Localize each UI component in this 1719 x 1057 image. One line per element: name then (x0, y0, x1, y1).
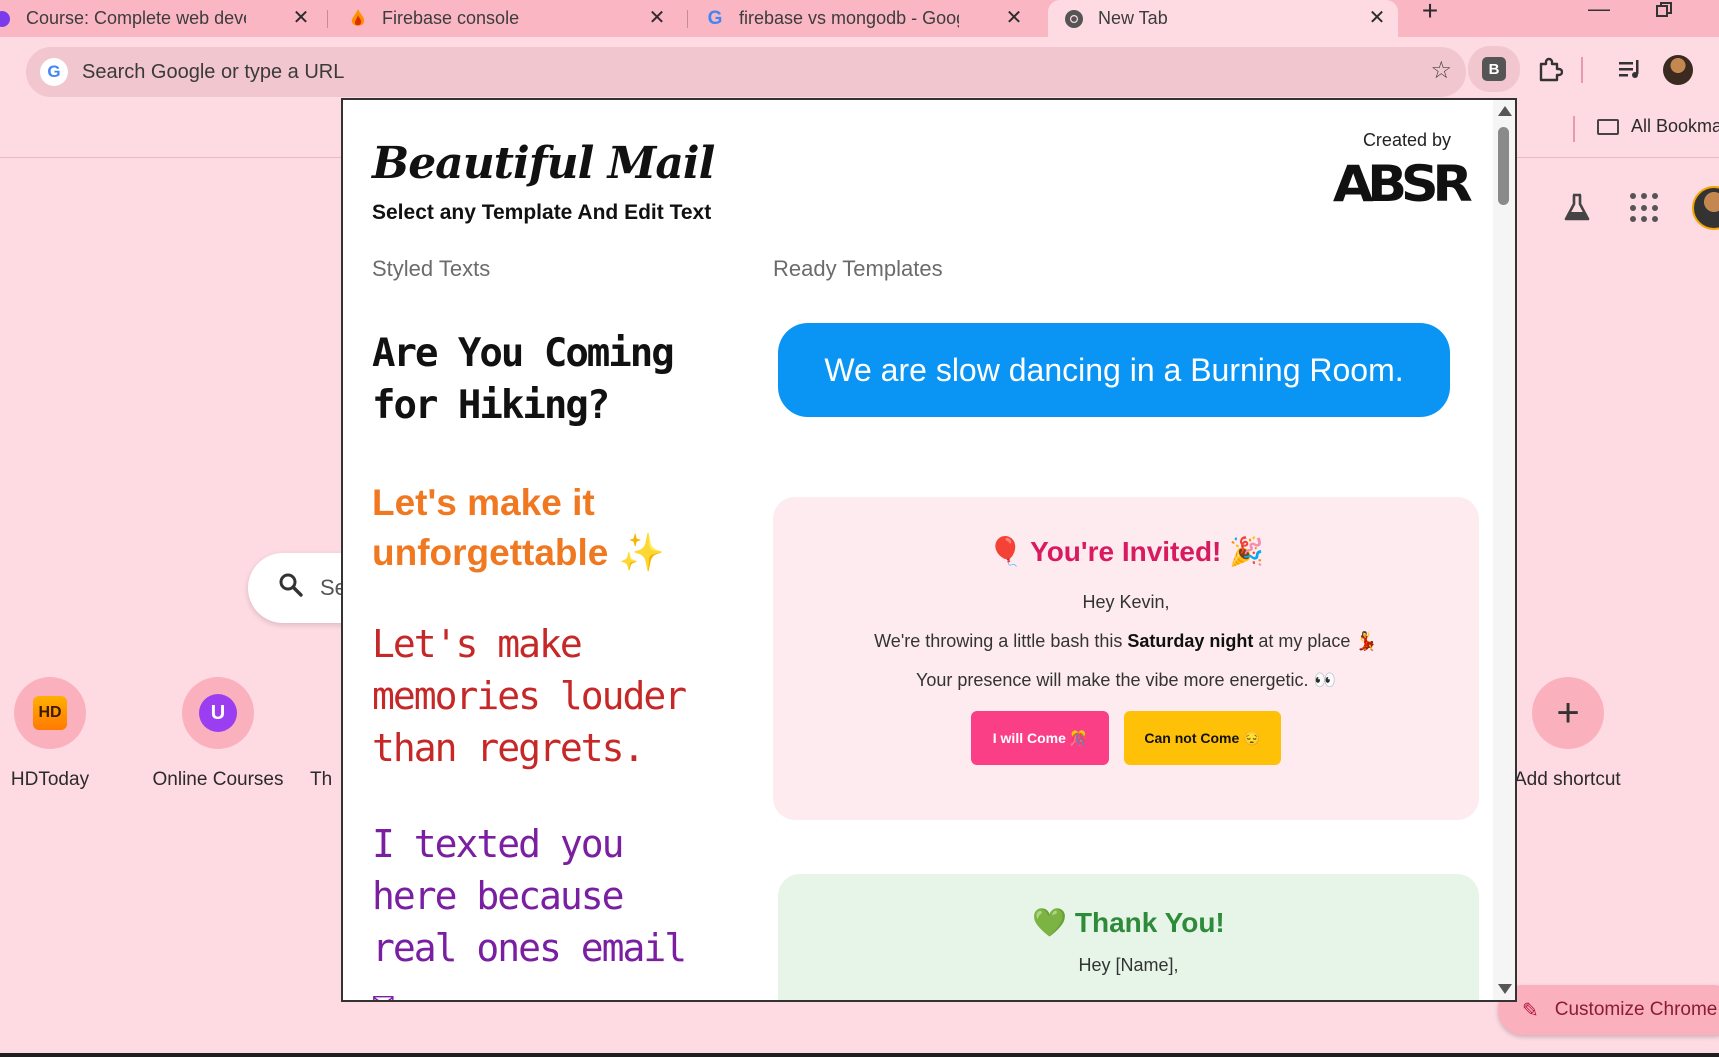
shortcut-hdtoday[interactable]: HD HDToday (0, 677, 120, 791)
toolbar-divider (1581, 57, 1583, 83)
browser-toolbar: G Search Google or type a URL ☆ B (0, 37, 1719, 106)
firebase-flame-icon (348, 8, 368, 29)
invite-heading: 🎈 You're Invited! 🎉 (987, 536, 1265, 567)
google-g-icon: G (707, 7, 723, 29)
google-g-icon: G (40, 58, 68, 86)
invite-line1-bold: Saturday night (1127, 631, 1254, 651)
taskbar-edge (0, 1053, 1719, 1057)
shortcut-online-courses[interactable]: U Online Courses (148, 677, 288, 791)
invite-line2: Your presence will make the vibe more en… (916, 670, 1336, 690)
shortcut-tile-hidden (310, 677, 340, 749)
template-invitation-card[interactable]: 🎈 You're Invited! 🎉 Hey Kevin, We're thr… (773, 497, 1479, 820)
tab-close-icon[interactable]: ✕ (646, 7, 668, 29)
shortcut-add[interactable]: + Add shortcut (1498, 677, 1638, 791)
tab-new-tab[interactable]: New Tab ✕ (1048, 0, 1398, 37)
styled-texts-heading: Styled Texts (372, 256, 491, 281)
shortcut-label: HDToday (10, 769, 90, 790)
labs-flask-icon[interactable] (1561, 192, 1593, 224)
shortcut-label: Add shortcut (1514, 769, 1621, 790)
omnibox-placeholder: Search Google or type a URL (82, 60, 345, 83)
ntp-profile-avatar[interactable] (1692, 186, 1719, 230)
shortcut-tile: U (182, 677, 254, 749)
tab-close-icon[interactable]: ✕ (1366, 7, 1388, 29)
tab-title: Firebase console (382, 8, 520, 28)
customize-chrome-button[interactable]: ✎ Customize Chrome (1498, 985, 1719, 1035)
bookmarks-divider (1573, 116, 1575, 142)
google-apps-icon[interactable] (1630, 193, 1660, 223)
popup-brand-title: Beautiful Mail (372, 138, 715, 189)
popup-tagline: Select any Template And Edit Text (372, 201, 712, 224)
invite-line1: We're throwing a little bash this Saturd… (773, 631, 1479, 652)
tab-title: firebase vs mongodb - Google (739, 8, 959, 28)
customize-label: Customize Chrome (1554, 999, 1718, 1020)
restore-icon[interactable] (1656, 2, 1672, 24)
pencil-icon: ✎ (1522, 999, 1539, 1022)
tab-title: Course: Complete web develop (26, 8, 246, 28)
tab-separator (327, 10, 328, 28)
styled-text-real-ones[interactable]: I texted you here because real ones emai… (372, 818, 692, 1000)
all-bookmarks-button[interactable]: All Bookma (1597, 116, 1719, 137)
bookmark-star-icon[interactable]: ☆ (1430, 59, 1452, 83)
popup-scrollbar[interactable] (1493, 100, 1515, 1000)
folder-icon (1597, 118, 1619, 135)
absr-logo: ABSR (1332, 155, 1472, 213)
all-bookmarks-label: All Bookma (1631, 116, 1719, 136)
shortcut-label: Th (310, 769, 333, 790)
beautiful-mail-extension-button[interactable]: B (1468, 46, 1520, 92)
shortcut-tile: HD (14, 677, 86, 749)
template-thank-you-card[interactable]: 💚 Thank You! Hey [Name], (778, 874, 1479, 1000)
invite-line1-start: We're throwing a little bash this (874, 631, 1128, 651)
cannot-come-button[interactable]: Can not Come 😔 (1124, 711, 1281, 765)
created-by-label: Created by (1362, 130, 1451, 150)
new-tab-plus-icon[interactable]: + (1410, 0, 1450, 30)
beautiful-mail-popup: Beautiful Mail Select any Template And E… (341, 98, 1517, 1002)
tab-course[interactable]: Course: Complete web develop ✕ (0, 0, 322, 37)
will-come-button[interactable]: I will Come 🎊 (971, 711, 1109, 765)
styled-text-unforgettable[interactable]: Let's make it unforgettable ✨ (372, 478, 692, 578)
search-icon (278, 572, 304, 605)
scroll-up-arrow-icon[interactable] (1498, 106, 1512, 116)
scroll-down-arrow-icon[interactable] (1498, 984, 1512, 994)
extensions-puzzle-icon[interactable] (1534, 53, 1566, 85)
course-favicon-icon (0, 9, 12, 29)
thanks-heading: 💚 Thank You! (1032, 907, 1225, 938)
plus-icon: + (1556, 691, 1580, 735)
scrollbar-thumb[interactable] (1498, 127, 1509, 205)
tab-strip: Course: Complete web develop ✕ Firebase … (0, 0, 1719, 37)
styled-text-memories[interactable]: Let's make memories louder than regrets. (372, 618, 692, 774)
shortcut-label: Online Courses (152, 769, 284, 790)
media-queue-icon[interactable] (1614, 53, 1646, 85)
tab-google-search[interactable]: G firebase vs mongodb - Google ✕ (705, 0, 1035, 37)
extension-b-icon: B (1482, 57, 1506, 81)
ready-templates-heading: Ready Templates (773, 256, 943, 281)
profile-avatar[interactable] (1663, 55, 1693, 85)
chrome-icon (1064, 9, 1084, 29)
minimize-icon[interactable]: — (1588, 0, 1610, 22)
tab-close-icon[interactable]: ✕ (290, 7, 312, 29)
tab-separator (687, 10, 688, 28)
template-chat-bubble[interactable]: We are slow dancing in a Burning Room. (778, 323, 1450, 417)
hd-logo-icon: HD (33, 696, 67, 730)
omnibox[interactable]: G Search Google or type a URL ☆ (26, 47, 1466, 97)
tab-close-icon[interactable]: ✕ (1003, 7, 1025, 29)
add-shortcut-tile: + (1532, 677, 1604, 749)
courses-logo-icon: U (199, 694, 237, 732)
thanks-greeting: Hey [Name], (1078, 955, 1179, 975)
tab-firebase[interactable]: Firebase console ✕ (348, 0, 678, 37)
styled-text-hiking[interactable]: Are You Coming for Hiking? (372, 328, 692, 432)
invite-greeting: Hey Kevin, (1082, 592, 1170, 612)
shortcut-partial[interactable]: Th (310, 677, 340, 791)
invite-line1-end: at my place 💃 (1253, 631, 1378, 651)
invite-buttons: I will Come 🎊 Can not Come 😔 (773, 711, 1479, 765)
tab-title: New Tab (1098, 8, 1168, 28)
